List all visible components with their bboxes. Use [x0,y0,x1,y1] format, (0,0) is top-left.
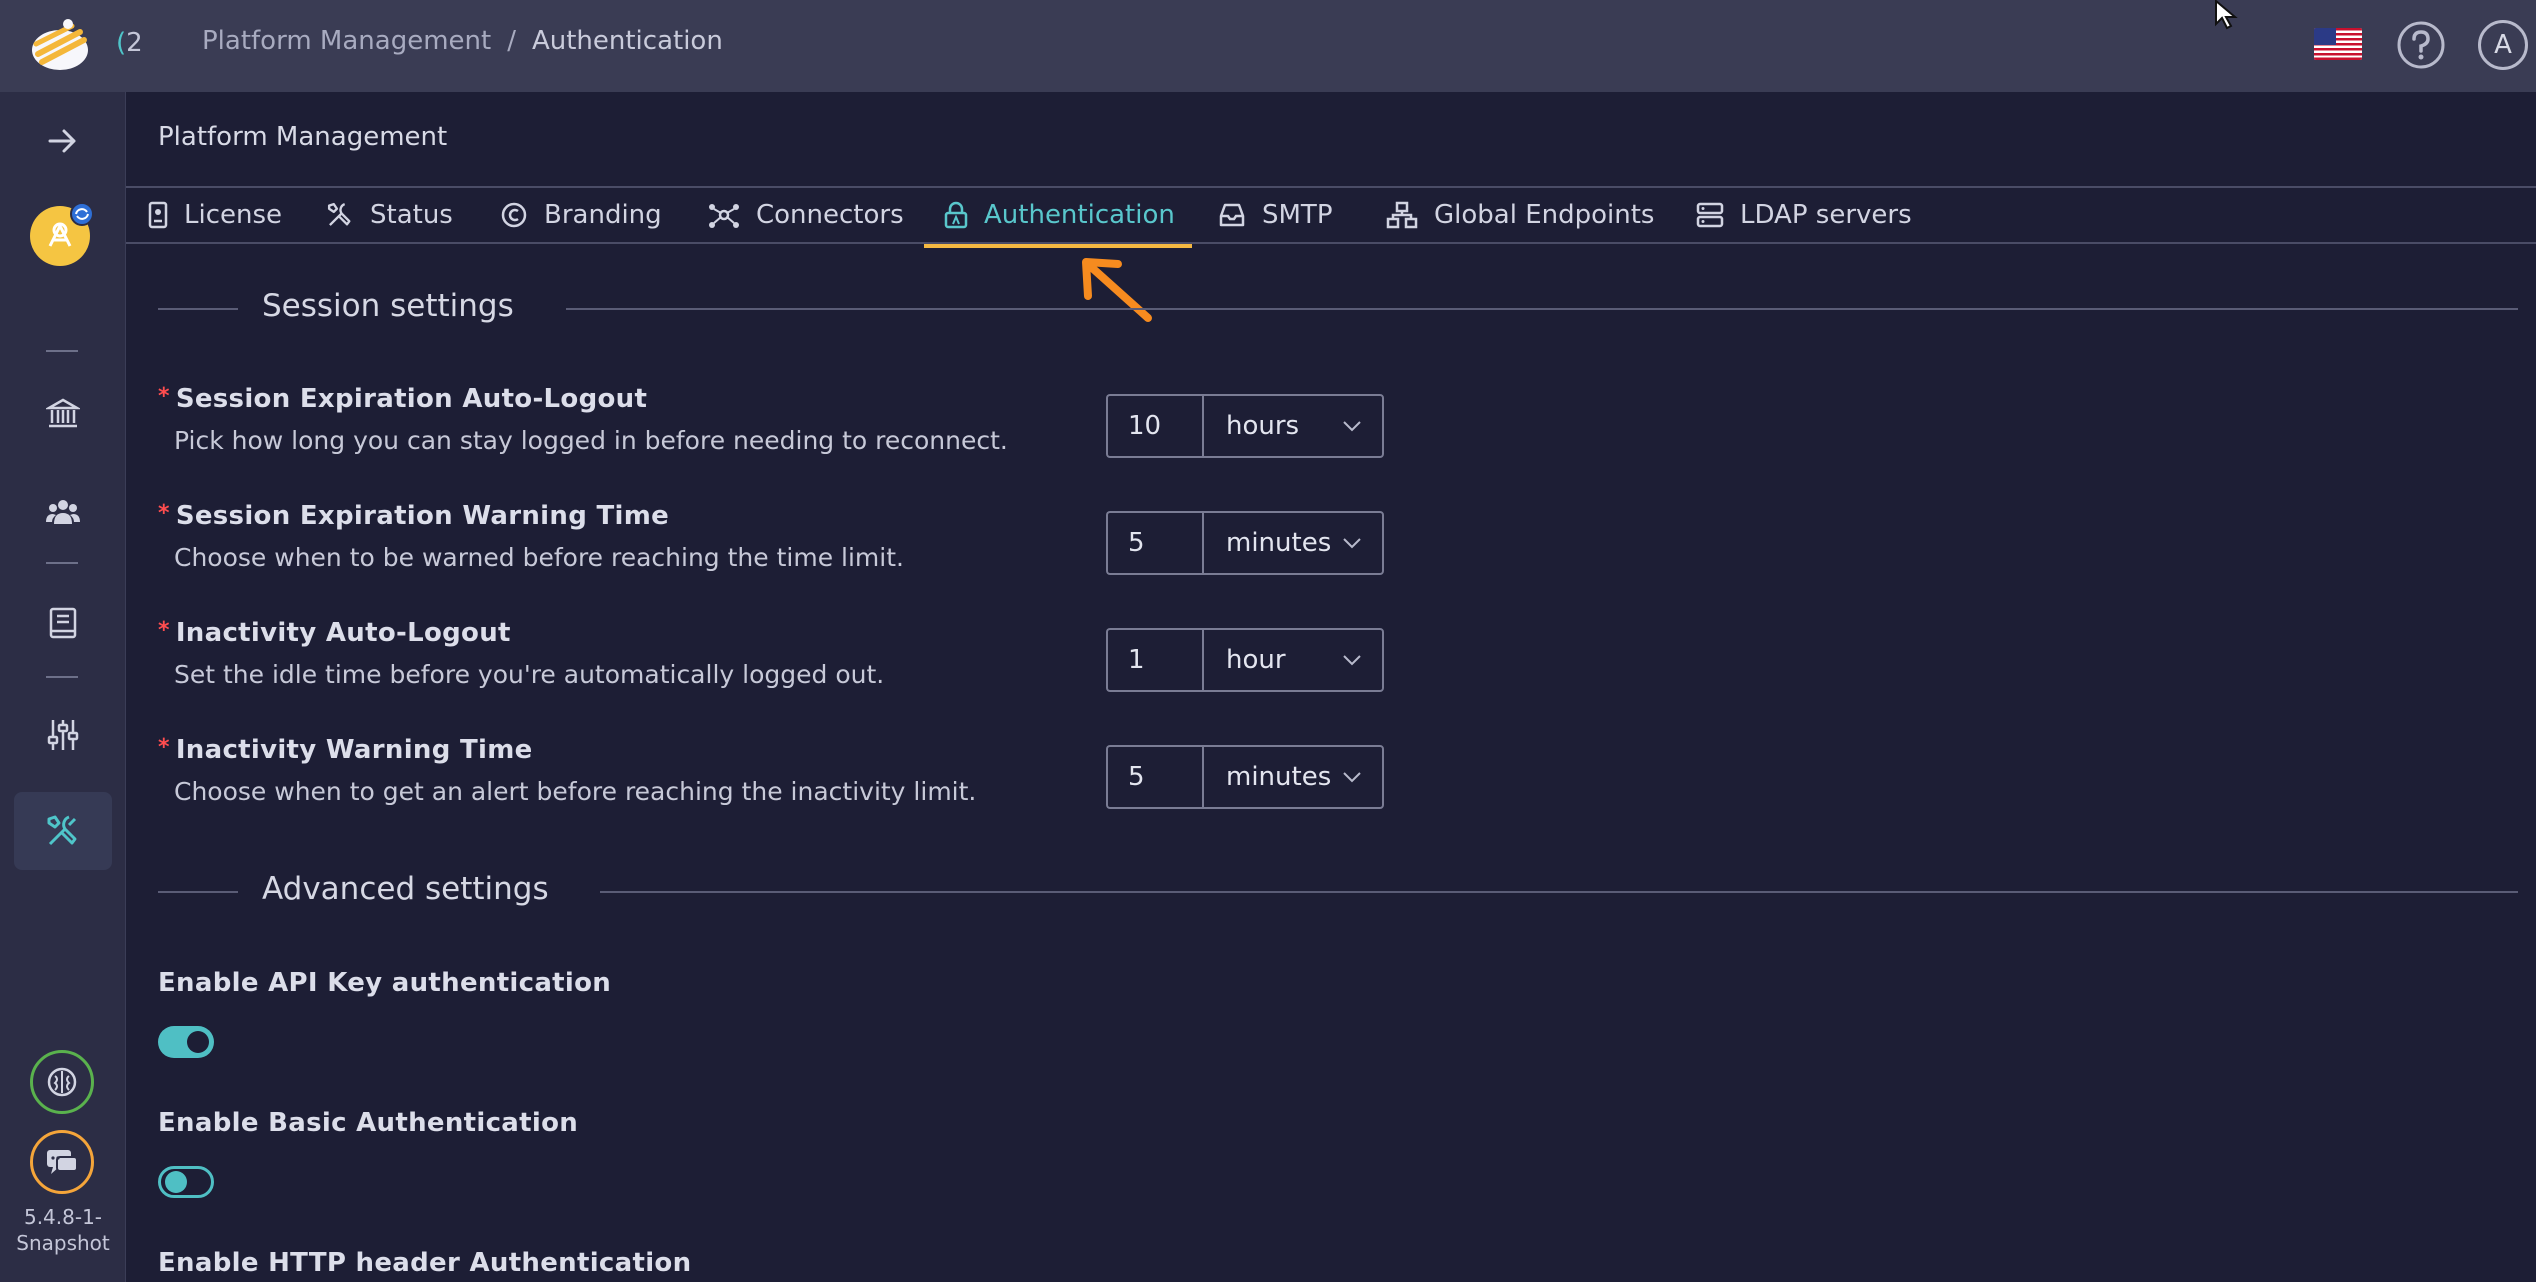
sidebar-item-users[interactable] [14,472,112,550]
session-warning-value-input[interactable]: 5 [1106,511,1202,575]
sidebar-divider [46,562,78,564]
sidebar-item-platform-management[interactable] [14,792,112,870]
breadcrumb: Platform Management / Authentication [202,26,723,56]
mouse-cursor-icon [2215,0,2238,30]
brain-icon [47,1067,77,1097]
id-badge-icon [148,201,168,229]
chevron-down-icon [1343,772,1361,783]
users-icon [46,500,80,524]
required-marker: * [158,735,170,760]
sidebar-item-docs[interactable] [14,584,112,662]
tab-status[interactable]: Status [326,188,453,242]
tab-smtp[interactable]: SMTP [1218,188,1333,242]
tab-connectors[interactable]: Connectors [708,188,904,242]
session-expiration-input-group: 10 hours [1106,394,1386,458]
session-expiration-value-input[interactable]: 10 [1106,394,1202,458]
tools-icon [47,815,77,846]
breadcrumb-current: Authentication [531,26,723,56]
sidebar-brain-button[interactable] [30,1050,94,1114]
network-icon [1386,201,1418,229]
arrow-right-icon [48,129,76,153]
api-key-auth-toggle[interactable] [158,1026,214,1058]
api-key-auth-label: Enable API Key authentication [158,968,612,998]
chevron-down-icon [1343,538,1361,549]
required-marker: * [158,618,170,643]
session-warning-unit-select[interactable]: minutes [1202,511,1384,575]
breadcrumb-parent[interactable]: Platform Management [202,26,491,56]
us-flag-icon[interactable] [2314,28,2362,60]
top-header: (2 Platform Management / Authentication A [0,0,2536,92]
book-icon [49,607,77,639]
basic-auth-toggle[interactable] [158,1166,214,1198]
advanced-settings-heading: Advanced settings [158,871,2518,911]
active-tab-indicator [924,244,1192,248]
app-version: 5.4.8-1- Snapshot [16,1205,110,1255]
tab-ldap-servers[interactable]: LDAP servers [1696,188,1912,242]
sidebar-item-settings[interactable] [14,696,112,774]
tab-license[interactable]: License [148,188,282,242]
chevron-down-icon [1343,421,1361,432]
sliders-icon [47,720,79,750]
tab-authentication[interactable]: Authentication [944,188,1175,242]
inactivity-warning-value-input[interactable]: 5 [1106,745,1202,809]
session-expiration-unit-select[interactable]: hours [1202,394,1384,458]
lock-icon [944,201,968,229]
breadcrumb-separator: / [507,26,516,56]
session-settings-heading: Session settings [158,288,2518,328]
environment-badge-icon[interactable] [30,202,94,266]
server-icon [1696,202,1724,228]
inbox-icon [1219,203,1245,227]
sidebar-chat-button[interactable] [30,1130,94,1194]
sidebar-expand-button[interactable] [14,102,112,180]
inactivity-logout-unit-select[interactable]: hour [1202,628,1384,692]
connectors-icon [709,204,739,228]
tab-bar: License Status Branding Connectors Authe… [126,186,2536,244]
required-marker: * [158,384,170,409]
tab-global-endpoints[interactable]: Global Endpoints [1386,188,1654,242]
basic-auth-label: Enable Basic Authentication [158,1108,579,1138]
chat-icon [47,1150,78,1174]
user-avatar[interactable]: A [2478,20,2528,70]
inactivity-warning-unit-select[interactable]: minutes [1202,745,1384,809]
left-sidebar: 5.4.8-1- Snapshot [0,92,126,1282]
inactivity-warning-input-group: 5 minutes [1106,745,1386,809]
session-warning-input-group: 5 minutes [1106,511,1386,575]
tools-icon [327,202,351,226]
chevron-down-icon [1343,655,1361,666]
main-content: Platform Management License Status Brand… [126,92,2536,1282]
http-header-auth-label: Enable HTTP header Authentication [158,1248,692,1278]
inactivity-logout-value-input[interactable]: 1 [1106,628,1202,692]
help-icon[interactable] [2396,20,2446,70]
logo-icon[interactable] [28,14,92,78]
sidebar-item-bank[interactable] [14,374,112,452]
tab-branding[interactable]: Branding [500,188,662,242]
required-marker: * [158,501,170,526]
sidebar-divider [46,350,78,352]
bank-icon [46,398,80,428]
page-title: Platform Management [158,122,448,152]
app-switcher[interactable]: (2 [116,28,143,58]
sidebar-divider [46,676,78,678]
copyright-icon [501,202,527,228]
inactivity-logout-input-group: 1 hour [1106,628,1386,692]
